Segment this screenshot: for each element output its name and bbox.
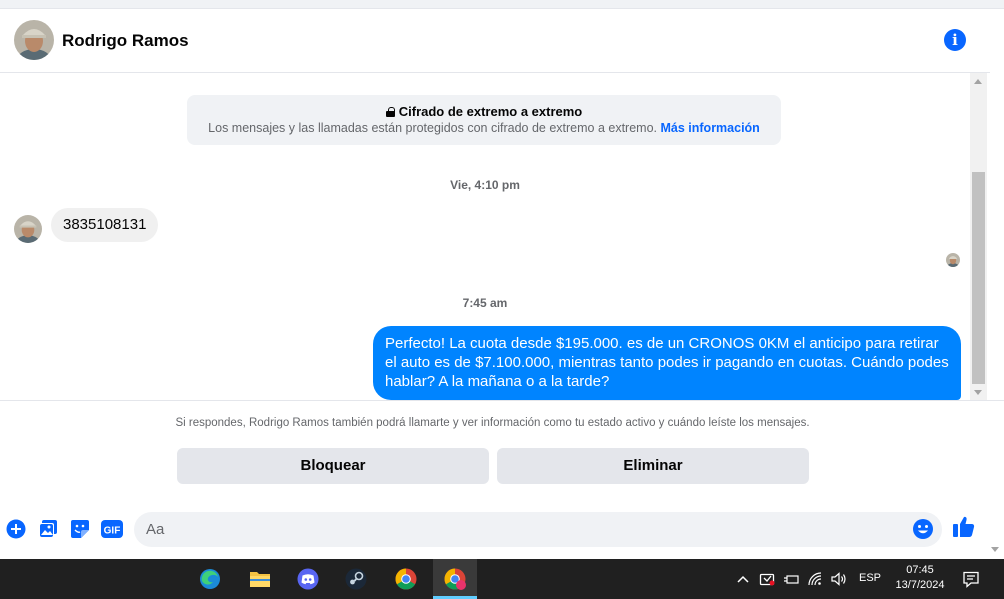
steam-icon — [345, 568, 367, 590]
scrollbar-thumb[interactable] — [972, 172, 985, 384]
message-request-panel: Si respondes, Rodrigo Ramos también podr… — [0, 400, 1004, 559]
discord-icon — [297, 568, 319, 590]
more-info-link[interactable]: Más información — [661, 121, 760, 135]
conversation-header: Rodrigo Ramos i — [0, 9, 990, 73]
message-input[interactable] — [134, 512, 894, 547]
message-timestamp: Vie, 4:10 pm — [450, 178, 520, 192]
thumbs-up-icon[interactable] — [952, 515, 976, 539]
taskbar: ESP 07:45 13/7/2024 — [0, 559, 1004, 599]
battery-plug-icon[interactable] — [783, 571, 799, 587]
clock[interactable]: 07:45 13/7/2024 — [892, 563, 948, 593]
message-timestamp: 7:45 am — [462, 296, 508, 310]
sender-avatar[interactable] — [14, 215, 42, 243]
encryption-notice: Cifrado de extremo a extremo Los mensaje… — [187, 95, 781, 145]
scroll-down-arrow-icon[interactable] — [974, 390, 982, 395]
scroll-up-arrow-icon[interactable] — [974, 79, 982, 84]
add-icon[interactable] — [6, 519, 26, 539]
wifi-icon[interactable] — [807, 571, 823, 587]
sticker-icon[interactable] — [70, 519, 90, 539]
taskbar-edge[interactable] — [188, 559, 232, 599]
chrome-profile-icon — [444, 568, 466, 590]
taskbar-chrome[interactable] — [384, 559, 428, 599]
emoji-icon[interactable] — [912, 518, 934, 540]
contact-avatar[interactable] — [14, 20, 54, 60]
clock-time: 07:45 — [906, 564, 934, 576]
gif-icon[interactable]: GIF — [101, 519, 123, 539]
meet-now-icon[interactable] — [759, 571, 775, 587]
taskbar-file-explorer[interactable] — [238, 559, 282, 599]
message-input-wrapper — [134, 512, 942, 547]
clock-date: 13/7/2024 — [895, 579, 945, 591]
page-scroll-down-icon[interactable] — [991, 547, 999, 552]
encryption-description: Los mensajes y las llamadas están proteg… — [208, 121, 658, 135]
input-language[interactable]: ESP — [859, 572, 881, 584]
outgoing-message-bubble[interactable]: Perfecto! La cuota desde $195.000. es de… — [373, 326, 961, 400]
request-notice: Si respondes, Rodrigo Ramos también podr… — [175, 417, 810, 429]
block-button[interactable]: Bloquear — [177, 448, 489, 484]
photo-icon[interactable] — [38, 519, 58, 539]
contact-name[interactable]: Rodrigo Ramos — [62, 31, 189, 51]
taskbar-discord[interactable] — [286, 559, 330, 599]
taskbar-chrome-profile[interactable] — [433, 559, 477, 599]
encryption-title: Cifrado de extremo a extremo — [398, 104, 583, 119]
incoming-message-bubble[interactable]: 3835108131 — [51, 208, 159, 242]
notification-center-icon[interactable] — [962, 570, 980, 588]
edge-icon — [200, 569, 220, 589]
taskbar-steam[interactable] — [334, 559, 378, 599]
folder-icon — [250, 572, 270, 587]
chrome-icon — [395, 568, 417, 590]
seen-receipt-avatar — [946, 253, 960, 267]
svg-text:GIF: GIF — [104, 526, 121, 537]
window-top-strip — [0, 0, 1004, 9]
lock-icon — [385, 107, 395, 117]
chevron-up-icon[interactable] — [735, 571, 751, 587]
volume-icon[interactable] — [831, 571, 847, 587]
delete-button[interactable]: Eliminar — [497, 448, 809, 484]
info-icon[interactable]: i — [944, 29, 966, 51]
